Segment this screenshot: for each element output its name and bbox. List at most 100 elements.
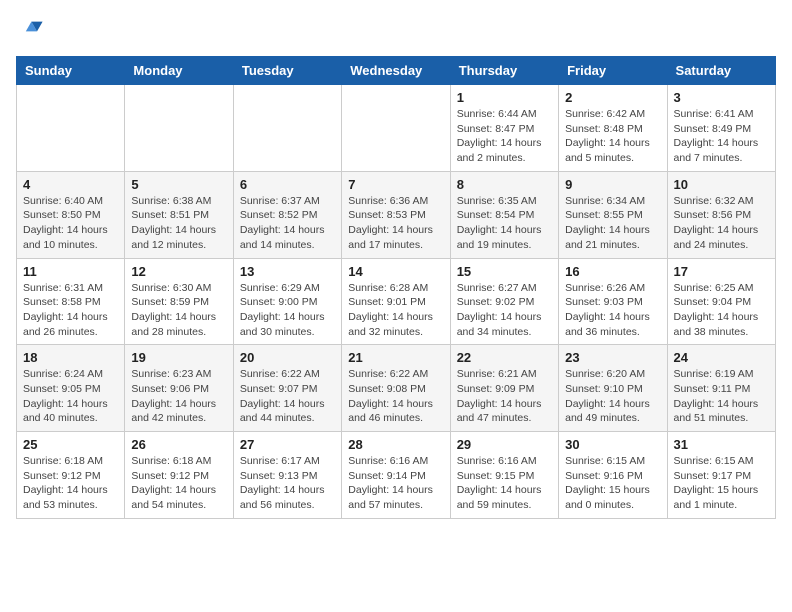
calendar-cell: 13 Sunrise: 6:29 AM Sunset: 9:00 PM Dayli… <box>233 258 341 345</box>
day-info: Sunrise: 6:22 AM Sunset: 9:07 PM Dayligh… <box>240 367 335 426</box>
calendar-cell <box>342 85 450 172</box>
day-number: 28 <box>348 437 443 452</box>
day-number: 7 <box>348 177 443 192</box>
calendar-week-row: 18 Sunrise: 6:24 AM Sunset: 9:05 PM Dayli… <box>17 345 776 432</box>
day-info: Sunrise: 6:16 AM Sunset: 9:14 PM Dayligh… <box>348 454 443 513</box>
calendar-cell: 28 Sunrise: 6:16 AM Sunset: 9:14 PM Dayli… <box>342 432 450 519</box>
calendar-cell: 24 Sunrise: 6:19 AM Sunset: 9:11 PM Dayli… <box>667 345 775 432</box>
day-number: 21 <box>348 350 443 365</box>
calendar-cell: 31Sunrise: 6:15 AM Sunset: 9:17 PM Dayli… <box>667 432 775 519</box>
calendar-cell: 3 Sunrise: 6:41 AM Sunset: 8:49 PM Daylig… <box>667 85 775 172</box>
day-info: Sunrise: 6:31 AM Sunset: 8:58 PM Dayligh… <box>23 281 118 340</box>
calendar-header-row: SundayMondayTuesdayWednesdayThursdayFrid… <box>17 57 776 85</box>
calendar-cell: 14 Sunrise: 6:28 AM Sunset: 9:01 PM Dayli… <box>342 258 450 345</box>
day-info: Sunrise: 6:16 AM Sunset: 9:15 PM Dayligh… <box>457 454 552 513</box>
calendar-cell <box>233 85 341 172</box>
calendar-header-thursday: Thursday <box>450 57 558 85</box>
page-header <box>16 16 776 44</box>
calendar-cell: 20 Sunrise: 6:22 AM Sunset: 9:07 PM Dayli… <box>233 345 341 432</box>
day-info: Sunrise: 6:15 AM Sunset: 9:17 PM Dayligh… <box>674 454 769 513</box>
calendar-cell: 5Sunrise: 6:38 AM Sunset: 8:51 PM Daylig… <box>125 171 233 258</box>
day-info: Sunrise: 6:44 AM Sunset: 8:47 PM Dayligh… <box>457 107 552 166</box>
calendar-table: SundayMondayTuesdayWednesdayThursdayFrid… <box>16 56 776 519</box>
calendar-cell: 23 Sunrise: 6:20 AM Sunset: 9:10 PM Dayli… <box>559 345 667 432</box>
day-number: 9 <box>565 177 660 192</box>
day-info: Sunrise: 6:28 AM Sunset: 9:01 PM Dayligh… <box>348 281 443 340</box>
day-info: Sunrise: 6:40 AM Sunset: 8:50 PM Dayligh… <box>23 194 118 253</box>
day-info: Sunrise: 6:27 AM Sunset: 9:02 PM Dayligh… <box>457 281 552 340</box>
day-number: 27 <box>240 437 335 452</box>
day-number: 5 <box>131 177 226 192</box>
calendar-cell: 30 Sunrise: 6:15 AM Sunset: 9:16 PM Dayli… <box>559 432 667 519</box>
day-number: 4 <box>23 177 118 192</box>
calendar-cell: 22 Sunrise: 6:21 AM Sunset: 9:09 PM Dayli… <box>450 345 558 432</box>
calendar-header-friday: Friday <box>559 57 667 85</box>
calendar-cell: 1 Sunrise: 6:44 AM Sunset: 8:47 PM Daylig… <box>450 85 558 172</box>
calendar-week-row: 11 Sunrise: 6:31 AM Sunset: 8:58 PM Dayli… <box>17 258 776 345</box>
calendar-cell: 8 Sunrise: 6:35 AM Sunset: 8:54 PM Daylig… <box>450 171 558 258</box>
day-number: 26 <box>131 437 226 452</box>
day-info: Sunrise: 6:20 AM Sunset: 9:10 PM Dayligh… <box>565 367 660 426</box>
day-number: 20 <box>240 350 335 365</box>
day-info: Sunrise: 6:42 AM Sunset: 8:48 PM Dayligh… <box>565 107 660 166</box>
day-number: 10 <box>674 177 769 192</box>
day-info: Sunrise: 6:41 AM Sunset: 8:49 PM Dayligh… <box>674 107 769 166</box>
calendar-header-wednesday: Wednesday <box>342 57 450 85</box>
day-number: 1 <box>457 90 552 105</box>
calendar-header-saturday: Saturday <box>667 57 775 85</box>
day-number: 17 <box>674 264 769 279</box>
calendar-cell <box>17 85 125 172</box>
day-number: 14 <box>348 264 443 279</box>
day-info: Sunrise: 6:30 AM Sunset: 8:59 PM Dayligh… <box>131 281 226 340</box>
calendar-header-tuesday: Tuesday <box>233 57 341 85</box>
day-number: 12 <box>131 264 226 279</box>
day-info: Sunrise: 6:26 AM Sunset: 9:03 PM Dayligh… <box>565 281 660 340</box>
day-number: 30 <box>565 437 660 452</box>
day-info: Sunrise: 6:15 AM Sunset: 9:16 PM Dayligh… <box>565 454 660 513</box>
day-info: Sunrise: 6:19 AM Sunset: 9:11 PM Dayligh… <box>674 367 769 426</box>
day-number: 18 <box>23 350 118 365</box>
day-number: 3 <box>674 90 769 105</box>
calendar-cell <box>125 85 233 172</box>
calendar-week-row: 1 Sunrise: 6:44 AM Sunset: 8:47 PM Daylig… <box>17 85 776 172</box>
calendar-week-row: 25 Sunrise: 6:18 AM Sunset: 9:12 PM Dayli… <box>17 432 776 519</box>
day-info: Sunrise: 6:36 AM Sunset: 8:53 PM Dayligh… <box>348 194 443 253</box>
calendar-header-sunday: Sunday <box>17 57 125 85</box>
calendar-cell: 2 Sunrise: 6:42 AM Sunset: 8:48 PM Daylig… <box>559 85 667 172</box>
calendar-header-monday: Monday <box>125 57 233 85</box>
calendar-cell: 4 Sunrise: 6:40 AM Sunset: 8:50 PM Daylig… <box>17 171 125 258</box>
calendar-cell: 27 Sunrise: 6:17 AM Sunset: 9:13 PM Dayli… <box>233 432 341 519</box>
day-info: Sunrise: 6:29 AM Sunset: 9:00 PM Dayligh… <box>240 281 335 340</box>
day-info: Sunrise: 6:34 AM Sunset: 8:55 PM Dayligh… <box>565 194 660 253</box>
day-number: 8 <box>457 177 552 192</box>
day-info: Sunrise: 6:22 AM Sunset: 9:08 PM Dayligh… <box>348 367 443 426</box>
day-info: Sunrise: 6:32 AM Sunset: 8:56 PM Dayligh… <box>674 194 769 253</box>
calendar-cell: 7 Sunrise: 6:36 AM Sunset: 8:53 PM Daylig… <box>342 171 450 258</box>
calendar-cell: 15 Sunrise: 6:27 AM Sunset: 9:02 PM Dayli… <box>450 258 558 345</box>
day-number: 22 <box>457 350 552 365</box>
calendar-cell: 26 Sunrise: 6:18 AM Sunset: 9:12 PM Dayli… <box>125 432 233 519</box>
day-info: Sunrise: 6:17 AM Sunset: 9:13 PM Dayligh… <box>240 454 335 513</box>
day-number: 23 <box>565 350 660 365</box>
day-info: Sunrise: 6:21 AM Sunset: 9:09 PM Dayligh… <box>457 367 552 426</box>
day-info: Sunrise: 6:18 AM Sunset: 9:12 PM Dayligh… <box>131 454 226 513</box>
day-number: 15 <box>457 264 552 279</box>
day-number: 2 <box>565 90 660 105</box>
day-number: 6 <box>240 177 335 192</box>
logo <box>16 16 48 44</box>
day-number: 13 <box>240 264 335 279</box>
day-number: 25 <box>23 437 118 452</box>
calendar-cell: 9 Sunrise: 6:34 AM Sunset: 8:55 PM Daylig… <box>559 171 667 258</box>
logo-icon <box>16 16 44 44</box>
day-info: Sunrise: 6:25 AM Sunset: 9:04 PM Dayligh… <box>674 281 769 340</box>
calendar-cell: 6 Sunrise: 6:37 AM Sunset: 8:52 PM Daylig… <box>233 171 341 258</box>
day-info: Sunrise: 6:35 AM Sunset: 8:54 PM Dayligh… <box>457 194 552 253</box>
day-info: Sunrise: 6:23 AM Sunset: 9:06 PM Dayligh… <box>131 367 226 426</box>
calendar-cell: 18 Sunrise: 6:24 AM Sunset: 9:05 PM Dayli… <box>17 345 125 432</box>
day-info: Sunrise: 6:37 AM Sunset: 8:52 PM Dayligh… <box>240 194 335 253</box>
day-number: 11 <box>23 264 118 279</box>
calendar-cell: 29Sunrise: 6:16 AM Sunset: 9:15 PM Dayli… <box>450 432 558 519</box>
day-info: Sunrise: 6:24 AM Sunset: 9:05 PM Dayligh… <box>23 367 118 426</box>
day-number: 24 <box>674 350 769 365</box>
day-info: Sunrise: 6:18 AM Sunset: 9:12 PM Dayligh… <box>23 454 118 513</box>
